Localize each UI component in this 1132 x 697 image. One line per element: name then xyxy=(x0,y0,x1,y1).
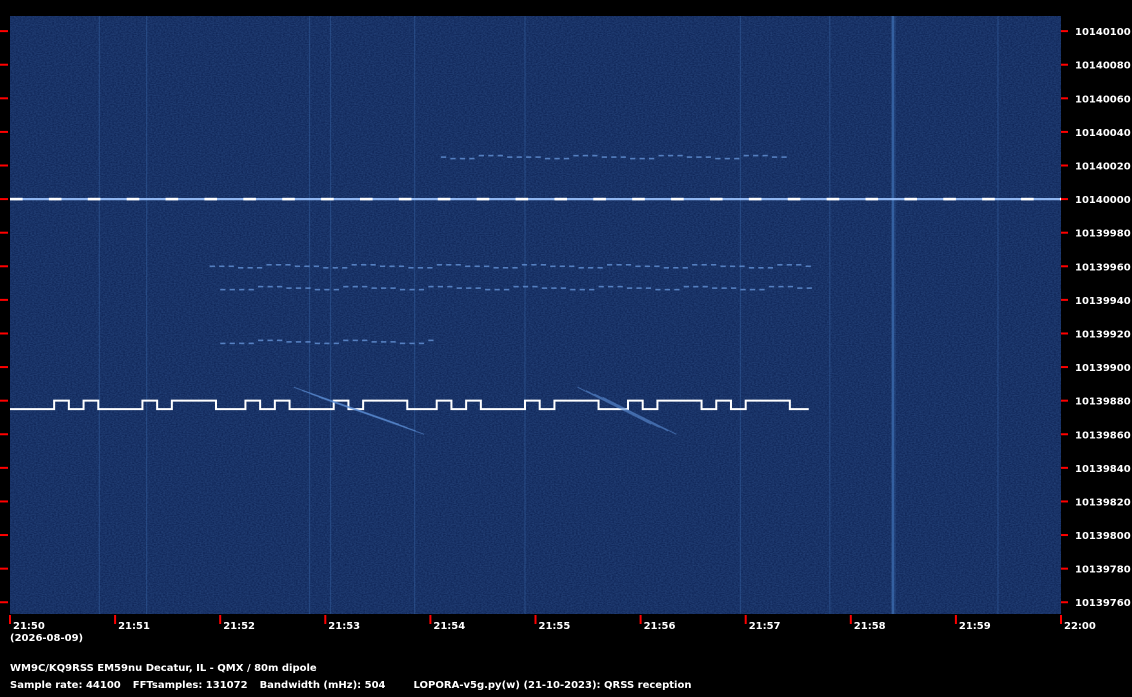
parameters-line: Sample rate: 44100 FFTsamples: 131072 Band… xyxy=(10,680,703,691)
x-tick-label: 21:57 xyxy=(749,621,781,632)
y-tick-label: 10139760 xyxy=(1075,598,1131,609)
x-tick-label: 21:50 xyxy=(13,621,45,632)
y-tick-label: 10140060 xyxy=(1075,94,1131,105)
x-tick-label: 21:52 xyxy=(223,621,255,632)
bandwidth: Bandwidth (mHz): 504 xyxy=(259,680,386,691)
sample-rate: Sample rate: 44100 xyxy=(10,680,121,691)
y-tick-label: 10140080 xyxy=(1075,61,1131,72)
x-axis: 21:50 21:51 21:52 21:53 21:54 21:55 21:56 21:57… xyxy=(9,615,1096,632)
fft-samples: FFTsamples: 131072 xyxy=(132,680,248,691)
spectrogram-chart: 10140100 10140080 10140060 10140040 10140020… xyxy=(0,16,1131,644)
y-tick-label: 10140020 xyxy=(1075,162,1131,173)
y-tick-label: 10139960 xyxy=(1075,262,1131,273)
y-tick-label: 10139840 xyxy=(1075,464,1131,475)
y-tick-label: 10139820 xyxy=(1075,497,1131,508)
plot-noise xyxy=(10,16,1061,614)
x-tick-label: 21:54 xyxy=(433,621,465,632)
x-tick-label: 21:55 xyxy=(539,621,571,632)
x-tick-label: 21:51 xyxy=(118,621,150,632)
station-caption: WM9C/KQ9RSS EM59nu Decatur, IL - QMX / 8… xyxy=(10,663,317,674)
y-tick-label: 10139980 xyxy=(1075,229,1131,240)
y-tick-label: 10139920 xyxy=(1075,329,1131,340)
x-tick-label: 21:58 xyxy=(854,621,886,632)
x-tick-label: 22:00 xyxy=(1064,621,1096,632)
y-tick-label: 10140040 xyxy=(1075,128,1131,139)
y-tick-label: 10139880 xyxy=(1075,397,1131,408)
y-tick-label: 10140100 xyxy=(1075,27,1131,38)
y-tick-label: 10139900 xyxy=(1075,363,1131,374)
software-info: LOPORA-v5g.py(w) (21-10-2023): QRSS rece… xyxy=(413,680,692,691)
x-tick-label: 21:59 xyxy=(959,621,991,632)
y-tick-label: 10139940 xyxy=(1075,296,1131,307)
y-tick-label: 10139800 xyxy=(1075,531,1131,542)
y-tick-label: 10140000 xyxy=(1075,195,1131,206)
date-label: (2026-08-09) xyxy=(10,633,83,644)
x-tick-label: 21:56 xyxy=(644,621,676,632)
y-tick-label: 10139780 xyxy=(1075,565,1131,576)
y-tick-label: 10139860 xyxy=(1075,430,1131,441)
x-tick-label: 21:53 xyxy=(328,621,360,632)
